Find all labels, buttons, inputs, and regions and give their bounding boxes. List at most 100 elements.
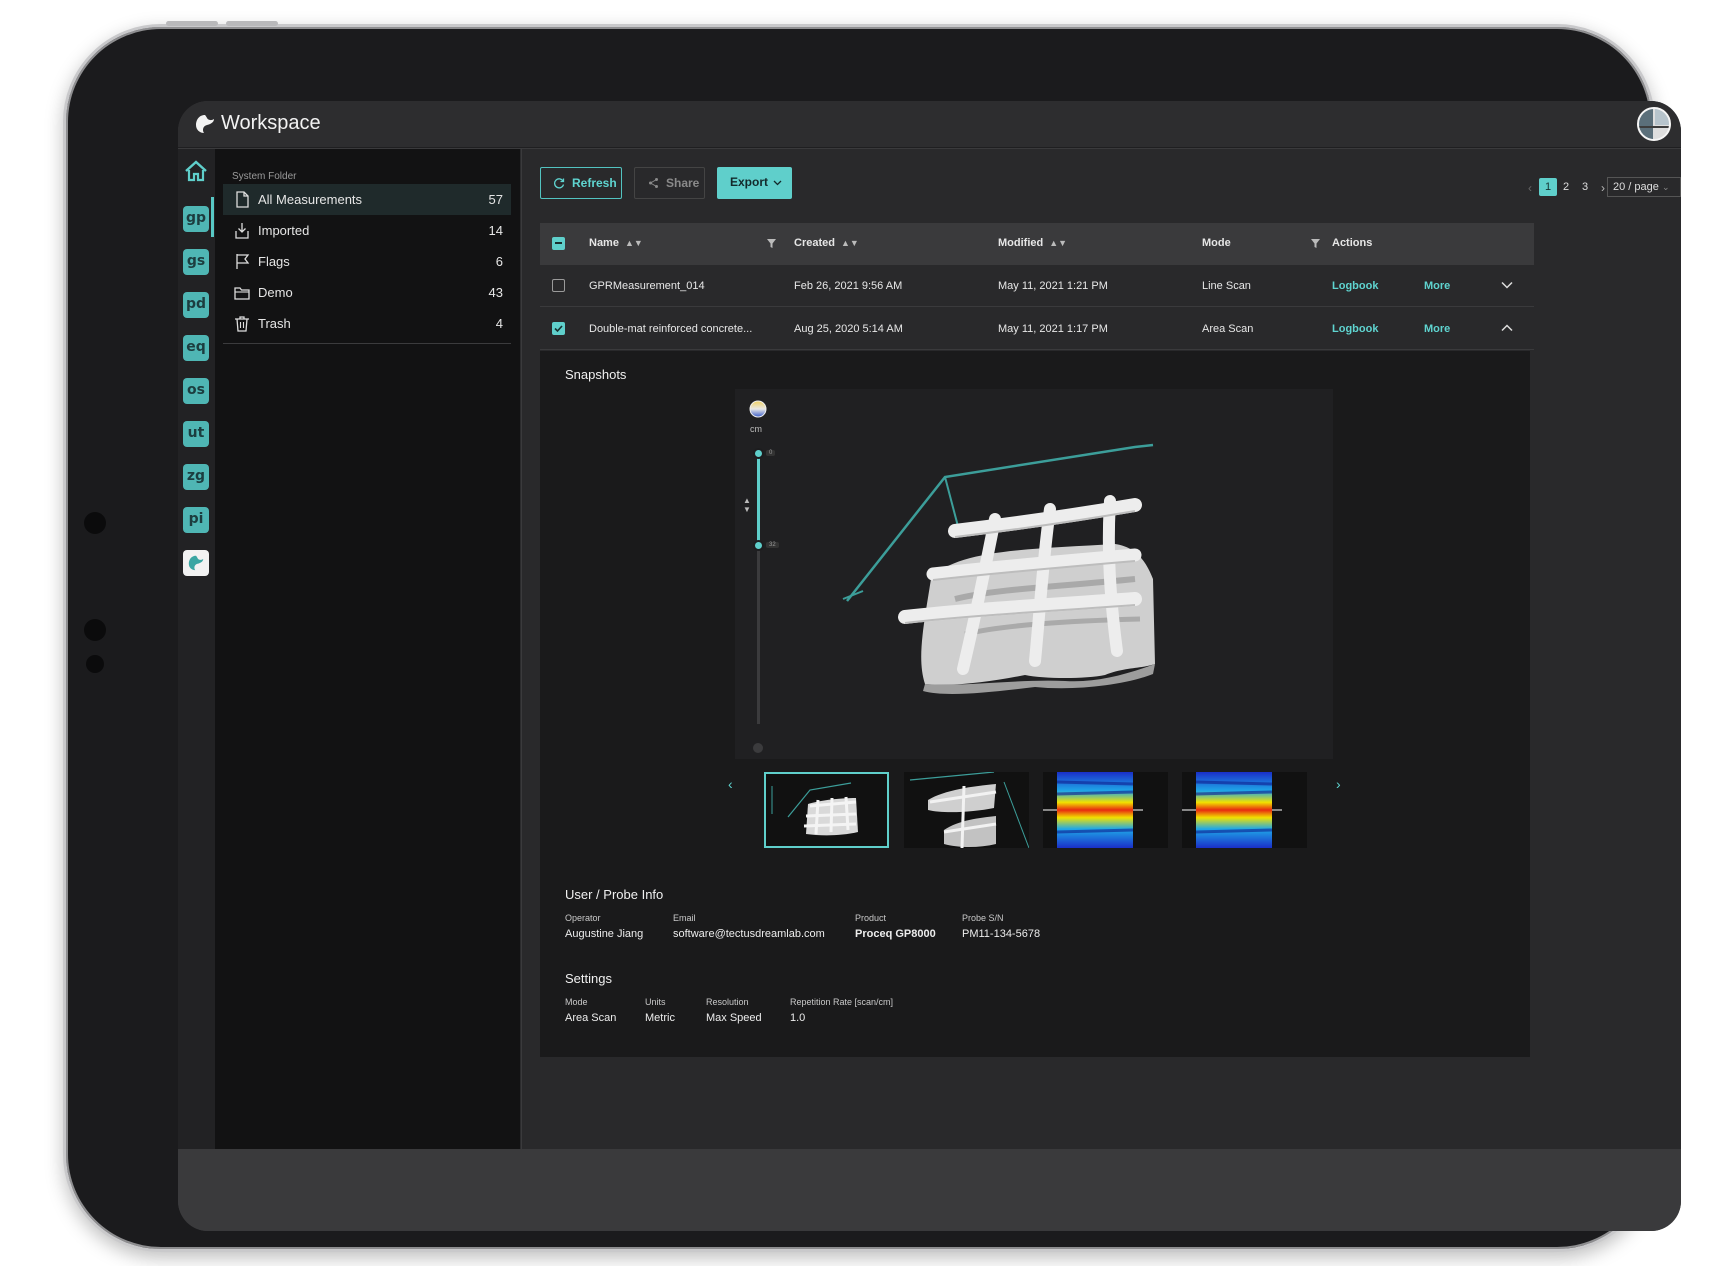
flag-icon	[236, 254, 250, 269]
rail-app-ut[interactable]: ut	[183, 421, 209, 447]
unit-label: cm	[750, 424, 762, 434]
page-3[interactable]: 3	[1577, 178, 1593, 196]
chevron-down-icon	[773, 180, 782, 186]
folder-count: 43	[488, 285, 503, 300]
page-size-value: 20 / page	[1613, 181, 1659, 193]
column-header-actions: Actions	[1332, 237, 1373, 249]
main-panel: Refresh Share Export ‹ 1 2 3 › 20 / page…	[522, 149, 1681, 1149]
folder-label: All Measurements	[258, 192, 363, 207]
volume-button	[166, 21, 218, 26]
rail-app-gs[interactable]: gs	[183, 249, 209, 275]
page-2[interactable]: 2	[1557, 178, 1575, 196]
app-logo-icon	[196, 115, 214, 133]
email-value: software@tectusdreamlab.com	[673, 928, 825, 940]
row-checkbox[interactable]	[552, 322, 565, 335]
app-title: Workspace	[221, 112, 321, 134]
folder-icon	[234, 287, 250, 300]
more-link[interactable]: More	[1424, 280, 1450, 292]
rail-app-eq[interactable]: eq	[183, 335, 209, 361]
logbook-link[interactable]: Logbook	[1332, 323, 1378, 335]
snapshot-thumbnail[interactable]	[904, 772, 1029, 848]
row-created: Feb 26, 2021 9:56 AM	[794, 280, 903, 292]
row-created: Aug 25, 2020 5:14 AM	[794, 323, 903, 335]
filter-icon[interactable]	[767, 239, 776, 248]
mode-value: Area Scan	[565, 1012, 617, 1024]
more-link[interactable]: More	[1424, 323, 1450, 335]
folder-count: 6	[495, 254, 503, 269]
next-page-icon[interactable]: ›	[1601, 181, 1605, 195]
folder-label: Imported	[258, 223, 310, 238]
operator-label: Operator	[565, 913, 601, 923]
chevron-up-icon[interactable]	[1500, 321, 1514, 335]
refresh-label: Refresh	[572, 176, 617, 190]
snapshot-thumbnail[interactable]	[764, 772, 889, 848]
column-header-mode[interactable]: Mode	[1202, 237, 1231, 249]
row-detail-panel: Snapshots cm 0 32 ▲ ▼ ‹ › User / Probe I…	[540, 351, 1530, 1057]
home-icon[interactable]	[184, 159, 208, 183]
slider-end-handle[interactable]	[753, 743, 763, 753]
share-label: Share	[666, 176, 700, 190]
folder-label: Demo	[258, 285, 293, 300]
folder-divider	[223, 343, 511, 344]
page-size-select[interactable]: 20 / page ⌄	[1607, 177, 1681, 197]
filter-icon[interactable]	[1311, 239, 1320, 248]
checkmark-icon	[554, 325, 563, 333]
sort-icon: ▲▼	[840, 238, 859, 248]
bottom-strip	[178, 1149, 1681, 1231]
product-value: Proceq GP8000	[855, 928, 936, 940]
updown-arrow-icon: ▲ ▼	[743, 496, 751, 514]
probe-sn-value: PM11-134-5678	[962, 928, 1041, 940]
row-name: GPRMeasurement_014	[589, 280, 705, 292]
sort-icon: ▲▼	[1049, 238, 1068, 248]
snapshot-viewer[interactable]: cm 0 32 ▲ ▼	[735, 389, 1333, 759]
chevron-right-icon[interactable]: ›	[1336, 776, 1341, 792]
avatar[interactable]	[1637, 107, 1671, 141]
export-button[interactable]: Export	[717, 167, 792, 199]
logbook-link[interactable]: Logbook	[1332, 280, 1378, 292]
snapshot-thumbnail[interactable]	[1182, 772, 1307, 848]
folder-item-imported[interactable]: Imported 14	[223, 215, 511, 246]
table-header: Name ▲▼ Created ▲▼ Modified ▲▼ Mode Actions	[540, 223, 1534, 265]
share-button[interactable]: Share	[634, 167, 705, 199]
select-all-checkbox[interactable]	[552, 237, 565, 250]
export-label: Export	[730, 175, 769, 189]
folder-item-all-measurements[interactable]: All Measurements 57	[223, 184, 511, 215]
folder-item-demo[interactable]: Demo 43	[223, 277, 511, 308]
prev-page-icon[interactable]: ‹	[1528, 181, 1532, 195]
rail-app-pi[interactable]: pi	[183, 507, 209, 533]
rail-app-workspace[interactable]	[183, 550, 209, 576]
rail-app-gp[interactable]: gp	[183, 206, 209, 232]
depth-slider-bottom-handle[interactable]	[753, 540, 764, 551]
workspace-logo-icon	[188, 555, 204, 571]
folder-caption: System Folder	[232, 171, 297, 182]
refresh-button[interactable]: Refresh	[540, 167, 622, 199]
rail-app-os[interactable]: os	[183, 378, 209, 404]
rail-app-zg[interactable]: zg	[183, 464, 209, 490]
row-checkbox[interactable]	[552, 279, 565, 292]
slider-top-value: 0	[766, 450, 776, 456]
trash-icon	[235, 316, 249, 332]
table-row[interactable]: Double-mat reinforced concrete... Aug 25…	[540, 308, 1534, 350]
column-header-modified[interactable]: Modified ▲▼	[998, 237, 1067, 249]
depth-slider-fill	[757, 454, 760, 546]
resolution-label: Resolution	[706, 997, 749, 1007]
table-row[interactable]: GPRMeasurement_014 Feb 26, 2021 9:56 AM …	[540, 265, 1534, 307]
column-header-name[interactable]: Name ▲▼	[589, 237, 643, 249]
folder-item-flags[interactable]: Flags 6	[223, 246, 511, 277]
folder-label: Trash	[258, 316, 291, 331]
row-modified: May 11, 2021 1:17 PM	[998, 323, 1108, 335]
snapshots-title: Snapshots	[565, 367, 627, 382]
app-rail: gp gs pd eq os ut zg pi	[178, 149, 215, 1149]
chevron-down-icon[interactable]	[1500, 278, 1514, 292]
folder-count: 4	[495, 316, 503, 331]
snapshot-thumbnail[interactable]	[1043, 772, 1168, 848]
column-header-created[interactable]: Created ▲▼	[794, 237, 859, 249]
slider-bottom-value: 32	[766, 542, 779, 548]
rail-app-pd[interactable]: pd	[183, 292, 209, 318]
color-scale-icon[interactable]	[749, 400, 767, 418]
row-mode: Line Scan	[1202, 280, 1251, 292]
depth-slider-top-handle[interactable]	[753, 448, 764, 459]
folder-item-trash[interactable]: Trash 4	[223, 308, 511, 339]
page-1[interactable]: 1	[1539, 178, 1557, 196]
chevron-left-icon[interactable]: ‹	[728, 776, 733, 792]
